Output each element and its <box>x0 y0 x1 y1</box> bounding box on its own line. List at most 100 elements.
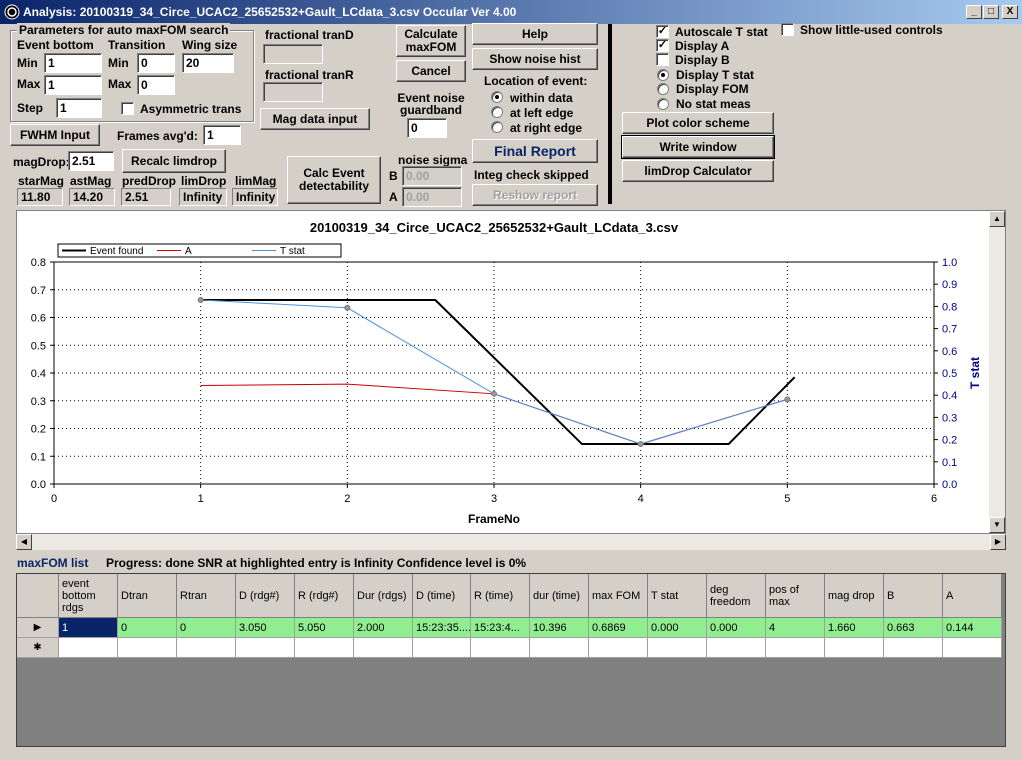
column-header[interactable]: A <box>943 574 1002 618</box>
final-report-button[interactable]: Final Report <box>472 139 598 163</box>
scroll-left-icon[interactable]: ◀ <box>16 534 32 550</box>
display-tstat-radio[interactable] <box>657 69 669 81</box>
params-group-title: Parameters for auto maxFOM search <box>17 23 231 37</box>
scroll-right-icon[interactable]: ▶ <box>990 534 1006 550</box>
column-header[interactable]: event bottom rdgs <box>59 574 118 618</box>
scroll-down-icon[interactable]: ▼ <box>989 517 1005 533</box>
column-header[interactable]: R (rdg#) <box>295 574 354 618</box>
chart-horizontal-scrollbar[interactable]: ◀ ▶ <box>16 534 1006 550</box>
display-b-checkbox[interactable] <box>656 53 669 66</box>
help-button[interactable]: Help <box>472 23 598 45</box>
reshow-report-button[interactable]: Reshow report <box>472 184 598 206</box>
table-cell[interactable]: 15:23:4... <box>471 618 530 638</box>
table-cell[interactable]: 0.000 <box>707 618 766 638</box>
table-cell-empty[interactable] <box>648 638 707 658</box>
show-little-used-checkbox[interactable] <box>781 23 794 36</box>
column-header[interactable]: mag drop <box>825 574 884 618</box>
calc-event-detectability-button[interactable]: Calc Event detectability <box>287 156 381 204</box>
chart-vertical-scrollbar[interactable]: ▲ ▼ <box>989 211 1005 533</box>
transition-min-input[interactable]: 0 <box>137 53 175 73</box>
table-cell[interactable]: 0.663 <box>884 618 943 638</box>
column-header[interactable]: D (time) <box>413 574 471 618</box>
asymmetric-checkbox[interactable] <box>121 102 134 115</box>
table-cell[interactable]: 3.050 <box>236 618 295 638</box>
table-cell-empty[interactable] <box>766 638 825 658</box>
guardband-input[interactable]: 0 <box>407 118 447 138</box>
calculate-maxfom-button[interactable]: Calculate maxFOM <box>396 25 466 57</box>
table-cell-empty[interactable] <box>177 638 236 658</box>
column-header[interactable]: R (time) <box>471 574 530 618</box>
column-header[interactable]: Rtran <box>177 574 236 618</box>
show-noise-hist-button[interactable]: Show noise hist <box>472 48 598 70</box>
plot-color-scheme-button[interactable]: Plot color scheme <box>622 112 774 134</box>
table-cell[interactable]: 1 <box>59 618 118 638</box>
column-header[interactable]: Dur (rdgs) <box>354 574 413 618</box>
column-header[interactable]: B <box>884 574 943 618</box>
fwhm-input-button[interactable]: FWHM Input <box>10 124 100 146</box>
y2-tick-label: 0.2 <box>942 435 957 447</box>
noise-a-input[interactable]: 0.00 <box>402 187 462 207</box>
minimize-button[interactable]: _ <box>966 5 982 19</box>
column-header[interactable]: max FOM <box>589 574 648 618</box>
new-row-icon[interactable]: ✱ <box>17 638 59 658</box>
column-header[interactable]: T stat <box>648 574 707 618</box>
noise-b-input[interactable]: 0.00 <box>402 166 462 186</box>
table-cell[interactable]: 0.6869 <box>589 618 648 638</box>
step-input[interactable]: 1 <box>56 98 102 118</box>
table-cell-empty[interactable] <box>589 638 648 658</box>
wing-size-input[interactable]: 20 <box>182 53 234 73</box>
table-cell[interactable]: 0.000 <box>648 618 707 638</box>
table-cell-empty[interactable] <box>295 638 354 658</box>
cancel-button[interactable]: Cancel <box>396 60 466 82</box>
table-cell-empty[interactable] <box>943 638 1002 658</box>
scroll-up-icon[interactable]: ▲ <box>989 211 1005 227</box>
table-cell-empty[interactable] <box>118 638 177 658</box>
table-cell[interactable]: 5.050 <box>295 618 354 638</box>
limdrop-calculator-button[interactable]: limDrop Calculator <box>622 160 774 182</box>
event-bottom-max-input[interactable]: 1 <box>44 75 102 95</box>
transition-max-input[interactable]: 0 <box>137 75 175 95</box>
display-a-checkbox[interactable]: ✓ <box>656 39 669 52</box>
autoscale-checkbox[interactable]: ✓ <box>656 25 669 38</box>
tranR-input[interactable] <box>263 82 323 102</box>
table-cell-empty[interactable] <box>236 638 295 658</box>
close-button[interactable]: X <box>1002 5 1018 19</box>
display-fom-radio[interactable] <box>657 83 669 95</box>
magdrop-input[interactable]: 2.51 <box>68 151 114 171</box>
table-cell-empty[interactable] <box>707 638 766 658</box>
table-cell[interactable]: 4 <box>766 618 825 638</box>
column-header[interactable]: pos of max <box>766 574 825 618</box>
tranD-input[interactable] <box>263 44 323 64</box>
event-bottom-min-input[interactable]: 1 <box>44 53 102 73</box>
table-cell-empty[interactable] <box>530 638 589 658</box>
frames-avgd-input[interactable]: 1 <box>203 125 241 145</box>
table-cell[interactable]: 15:23:35.... <box>413 618 471 638</box>
table-cell-empty[interactable] <box>59 638 118 658</box>
table-cell[interactable]: 0.144 <box>943 618 1002 638</box>
table-cell-empty[interactable] <box>413 638 471 658</box>
row-indicator-icon[interactable]: ▶ <box>17 618 59 638</box>
left-edge-radio[interactable] <box>491 106 503 118</box>
within-data-radio[interactable] <box>491 91 503 103</box>
table-cell[interactable]: 0 <box>177 618 236 638</box>
table-cell[interactable]: 2.000 <box>354 618 413 638</box>
table-cell[interactable]: 0 <box>118 618 177 638</box>
table-cell-empty[interactable] <box>825 638 884 658</box>
y2-tick-label: 0.9 <box>942 279 957 291</box>
no-stat-radio[interactable] <box>657 98 669 110</box>
limmag-value: Infinity <box>232 188 278 206</box>
write-window-button[interactable]: Write window <box>621 135 775 159</box>
recalc-limdrop-button[interactable]: Recalc limdrop <box>122 149 226 173</box>
table-cell-empty[interactable] <box>884 638 943 658</box>
maximize-button[interactable]: □ <box>983 5 999 19</box>
right-edge-radio[interactable] <box>491 121 503 133</box>
table-cell[interactable]: 1.660 <box>825 618 884 638</box>
table-cell-empty[interactable] <box>471 638 530 658</box>
column-header[interactable]: dur (time) <box>530 574 589 618</box>
mag-data-input-button[interactable]: Mag data input <box>260 108 370 130</box>
table-cell-empty[interactable] <box>354 638 413 658</box>
column-header[interactable]: deg freedom <box>707 574 766 618</box>
column-header[interactable]: D (rdg#) <box>236 574 295 618</box>
table-cell[interactable]: 10.396 <box>530 618 589 638</box>
column-header[interactable]: Dtran <box>118 574 177 618</box>
